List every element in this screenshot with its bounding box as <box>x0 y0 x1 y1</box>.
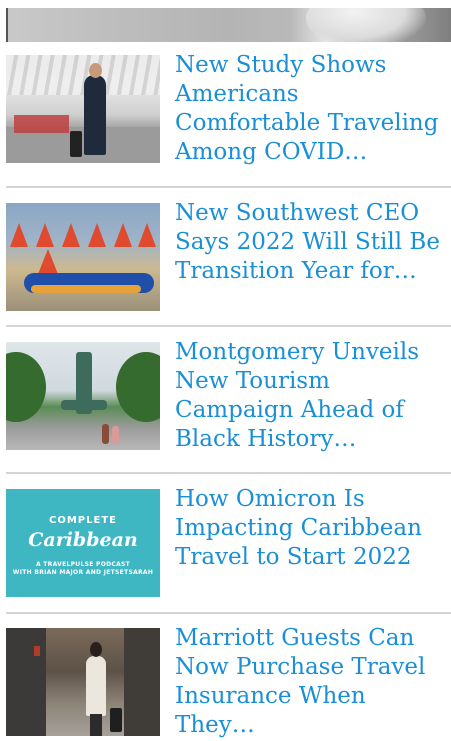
article-title-link[interactable]: Montgomery Unveils New Tourism Campaign … <box>175 338 451 454</box>
article-title-link[interactable]: New Southwest CEO Says 2022 Will Still B… <box>175 199 451 286</box>
article-list-page: New Study Shows Americans Comfortable Tr… <box>0 0 451 741</box>
article-title-link[interactable]: Marriott Guests Can Now Purchase Travel … <box>175 624 451 740</box>
divider <box>6 612 451 614</box>
article-thumbnail[interactable] <box>6 628 160 736</box>
podcast-label: COMPLETE <box>49 515 117 526</box>
divider <box>6 186 451 188</box>
podcast-tagline: A TRAVELPULSE PODCAST <box>35 561 131 568</box>
article-thumbnail[interactable] <box>6 203 160 311</box>
hero-image-edge <box>6 8 8 42</box>
divider <box>6 325 451 327</box>
podcast-name: Caribbean <box>28 529 138 551</box>
article-thumbnail[interactable]: COMPLETE Caribbean A TRAVELPULSE PODCAST… <box>6 489 160 597</box>
hero-image-highlight <box>306 8 426 42</box>
article-thumbnail[interactable] <box>6 55 160 163</box>
divider <box>6 472 451 474</box>
article-thumbnail[interactable] <box>6 342 160 450</box>
podcast-hosts: WITH BRIAN MAJOR AND JETSETSARAH <box>12 569 154 576</box>
article-title-link[interactable]: New Study Shows Americans Comfortable Tr… <box>175 51 451 167</box>
article-title-link[interactable]: How Omicron Is Impacting Caribbean Trave… <box>175 485 451 572</box>
hero-image[interactable] <box>6 8 451 42</box>
